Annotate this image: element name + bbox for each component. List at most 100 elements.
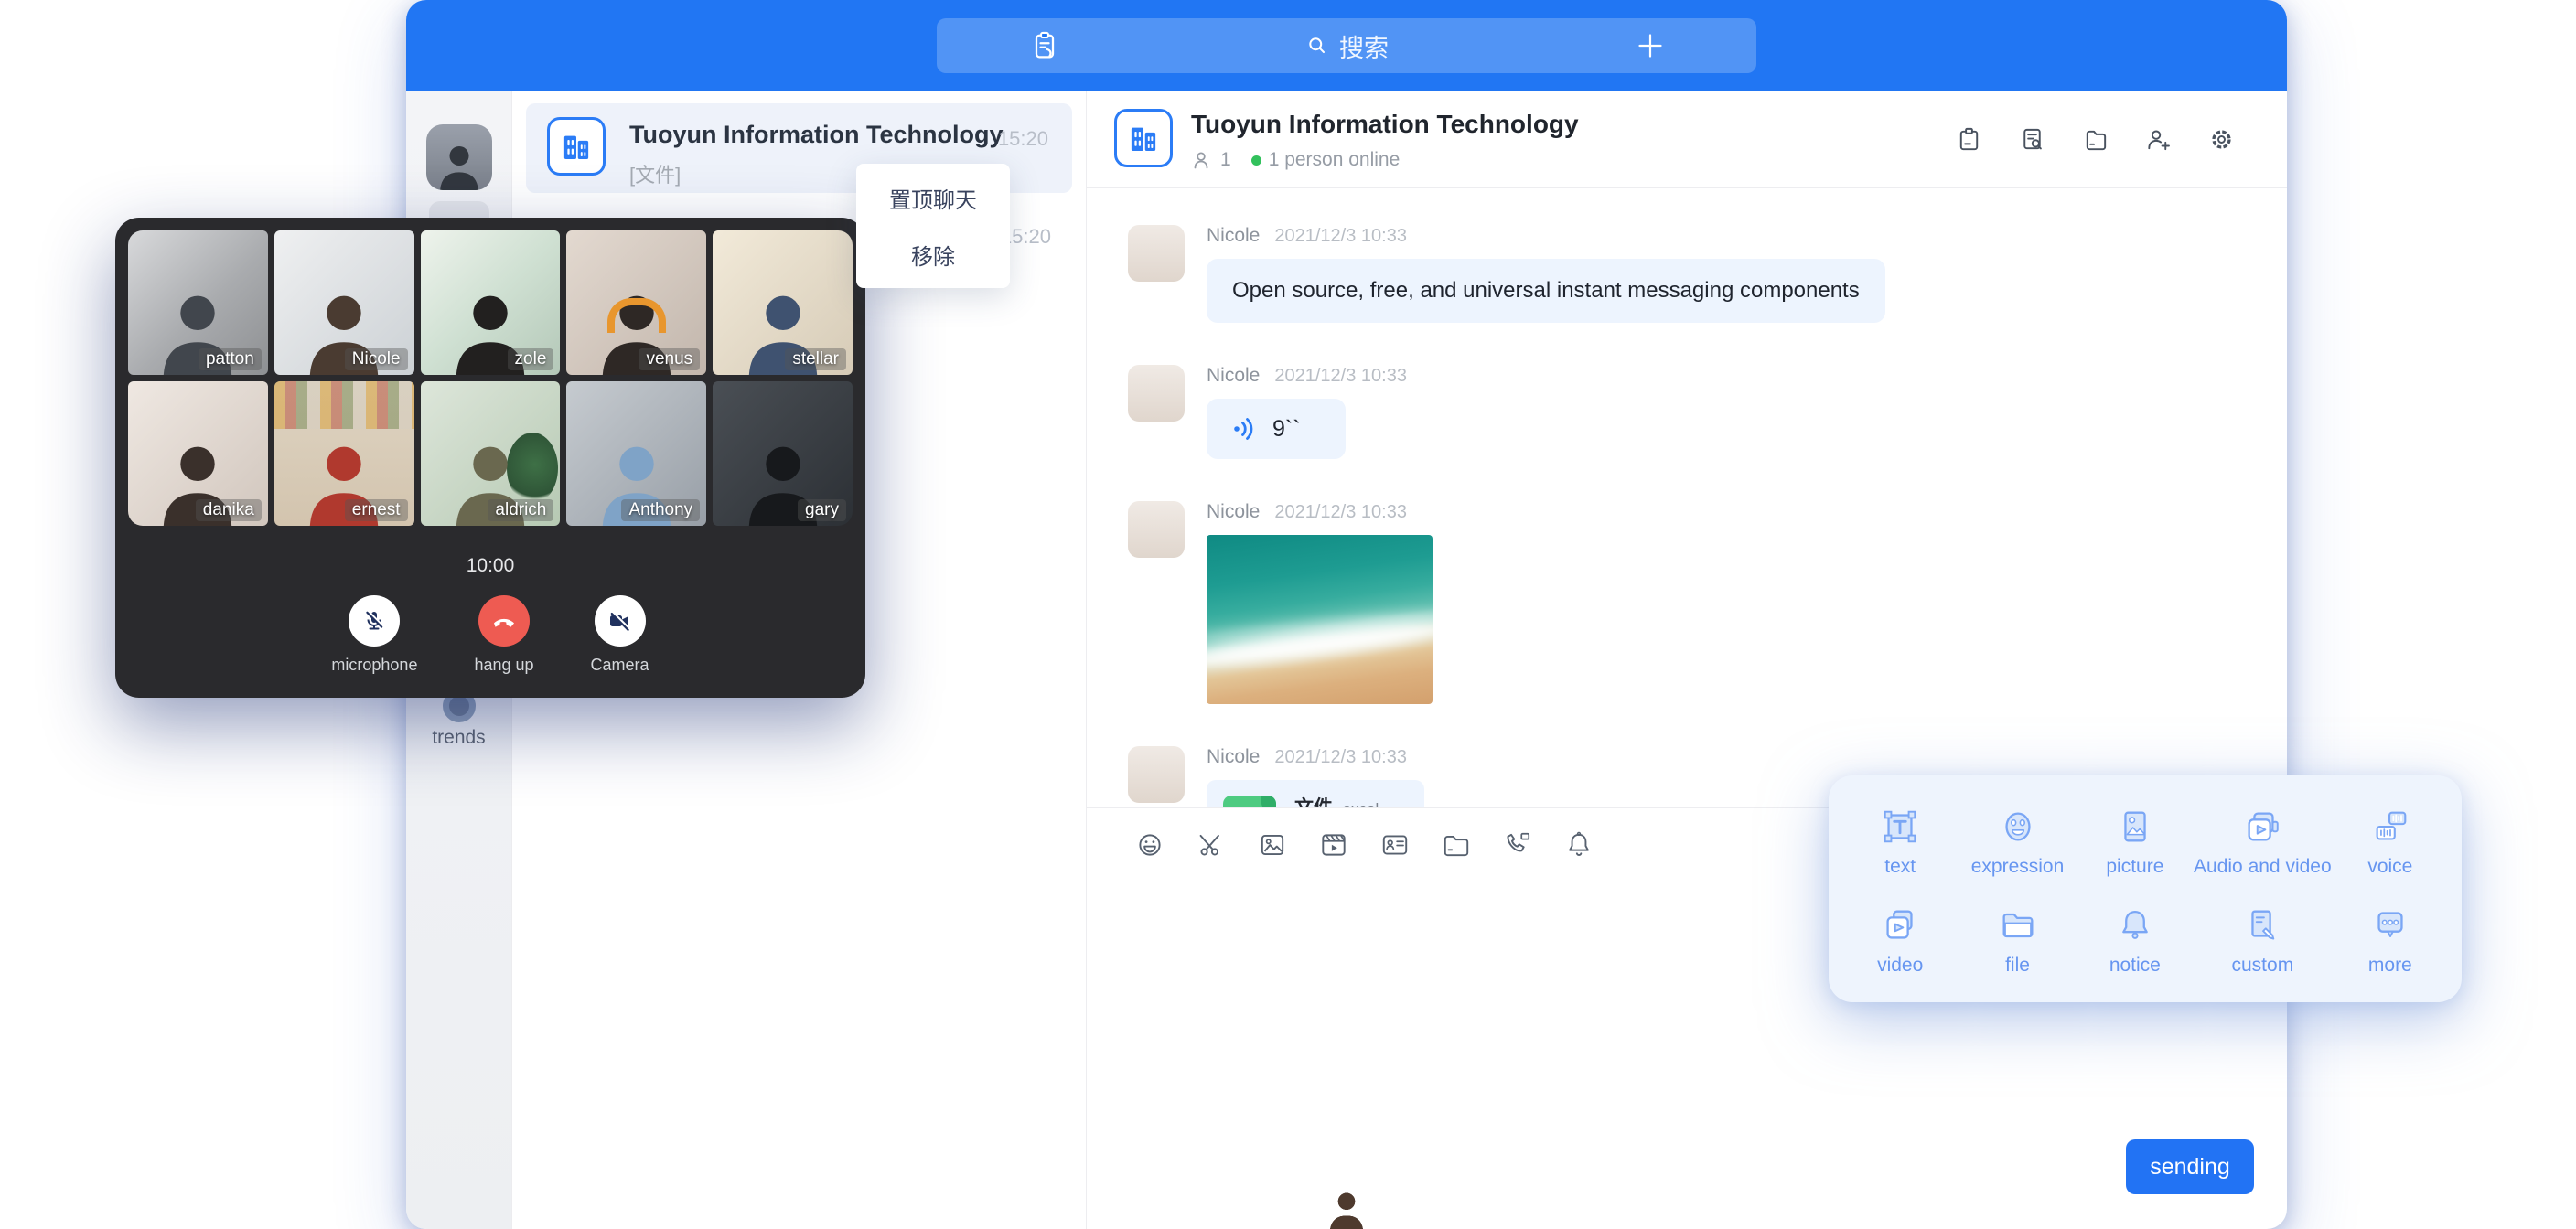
- call-elapsed-time: 10:00: [128, 555, 853, 577]
- search-placeholder: 搜索: [1339, 28, 1389, 64]
- camera-muted-icon: [606, 606, 635, 636]
- screenshot-scissors-icon[interactable]: [1196, 829, 1227, 860]
- audio-video-icon: [2241, 806, 2283, 848]
- attachment-type-panel: text expression picture Audio and video …: [1829, 775, 2462, 1002]
- panel-item-video[interactable]: video: [1841, 891, 1959, 989]
- participant-tile: venus: [566, 230, 706, 375]
- message-text: Nicole 2021/12/3 10:33 Open source, free…: [1128, 225, 2287, 323]
- chat-panel: Tuoyun Information Technology 1 1 person…: [1086, 91, 2287, 1229]
- message-timestamp: 2021/12/3 10:33: [1274, 366, 1407, 387]
- video-clip-icon[interactable]: [1318, 829, 1349, 860]
- panel-item-custom[interactable]: custom: [2194, 891, 2332, 989]
- video-icon: [1879, 904, 1921, 946]
- voice-message-bubble[interactable]: 9``: [1207, 399, 1346, 459]
- sender-name: Nicole: [1207, 365, 1260, 387]
- group-avatar: [547, 117, 606, 176]
- plus-button[interactable]: [1636, 31, 1665, 60]
- participant-tile: patton: [128, 230, 268, 375]
- sidebar-item-trends[interactable]: trends: [406, 727, 511, 749]
- more-icon: [2369, 904, 2411, 946]
- menu-item-remove[interactable]: 移除: [856, 226, 1010, 283]
- custom-message-icon: [2241, 904, 2283, 946]
- message-timestamp: 2021/12/3 10:33: [1274, 747, 1407, 768]
- participant-tile: ernest: [274, 381, 414, 526]
- sender-name: Nicole: [1207, 746, 1260, 768]
- message-image: Nicole 2021/12/3 10:33: [1128, 501, 2287, 704]
- notice-bell-icon: [2114, 904, 2156, 946]
- sender-avatar[interactable]: [1128, 225, 1185, 282]
- conversation-title: Tuoyun Information Technology: [629, 121, 1003, 149]
- panel-item-text[interactable]: text: [1841, 792, 1959, 891]
- file-icon[interactable]: [2081, 125, 2109, 154]
- search-icon: [1304, 33, 1330, 59]
- participant-tile: stellar: [713, 230, 853, 375]
- panel-item-voice[interactable]: voice: [2332, 792, 2449, 891]
- voice-icon: [2369, 806, 2411, 848]
- group-avatar: [1114, 109, 1173, 167]
- voice-waves-icon: [1230, 414, 1260, 444]
- video-call-overlay: patton Nicole zole venus stellar danika …: [115, 218, 865, 698]
- image-message[interactable]: [1207, 535, 1433, 704]
- panel-item-file[interactable]: file: [1959, 891, 2076, 989]
- microphone-muted-icon: [360, 606, 389, 636]
- search-input[interactable]: 搜索: [1304, 18, 1389, 73]
- participant-name: venus: [639, 348, 700, 370]
- voice-duration: 9``: [1272, 416, 1301, 443]
- text-icon: [1879, 806, 1921, 848]
- folder-icon[interactable]: [1441, 829, 1472, 860]
- participant-name: patton: [199, 348, 262, 370]
- call-log-icon[interactable]: [1028, 29, 1061, 62]
- participant-tile: Anthony: [566, 381, 706, 526]
- notice-board-icon[interactable]: [1955, 125, 1983, 154]
- participant-grid: patton Nicole zole venus stellar danika …: [128, 230, 853, 526]
- sender-avatar[interactable]: [1128, 501, 1185, 558]
- topbar-search-pill[interactable]: 搜索: [937, 18, 1756, 73]
- notification-bell-icon[interactable]: [1563, 829, 1594, 860]
- audio-video-call-icon[interactable]: [1502, 829, 1533, 860]
- text-message-bubble[interactable]: Open source, free, and universal instant…: [1207, 259, 1885, 323]
- conversation-context-menu: 置顶聊天 移除: [856, 164, 1010, 288]
- hang-up-icon: [489, 606, 519, 636]
- panel-item-picture[interactable]: picture: [2077, 792, 2194, 891]
- panel-item-more[interactable]: more: [2332, 891, 2449, 989]
- conversation-preview: [文件]: [629, 159, 681, 188]
- file-extension: .excel: [1338, 800, 1379, 807]
- chat-header: Tuoyun Information Technology 1 1 person…: [1087, 91, 2287, 188]
- emoji-icon[interactable]: [1134, 829, 1165, 860]
- participant-name: gary: [798, 499, 846, 521]
- message-list: Nicole 2021/12/3 10:33 Open source, free…: [1087, 188, 2287, 807]
- picture-icon: [2114, 806, 2156, 848]
- participant-tile: zole: [421, 230, 561, 375]
- participant-name: danika: [196, 499, 262, 521]
- panel-item-notice[interactable]: notice: [2077, 891, 2194, 989]
- add-member-icon[interactable]: [2144, 125, 2173, 154]
- participant-tile: Nicole: [274, 230, 414, 375]
- topbar: 搜索: [406, 0, 2287, 91]
- chat-title: Tuoyun Information Technology: [1191, 110, 1579, 139]
- microphone-toggle[interactable]: microphone: [331, 595, 417, 675]
- message-timestamp: 2021/12/3 10:33: [1274, 502, 1407, 523]
- file-folder-icon: [1997, 904, 2039, 946]
- building-icon: [557, 127, 596, 166]
- sender-avatar[interactable]: [1128, 746, 1185, 803]
- file-name: 文件: [1294, 797, 1333, 807]
- panel-item-audio-video[interactable]: Audio and video: [2194, 792, 2332, 891]
- my-avatar[interactable]: [426, 124, 492, 190]
- online-status: 1 person online: [1269, 149, 1401, 171]
- chat-record-search-icon[interactable]: [2018, 125, 2046, 154]
- participant-name: ernest: [345, 499, 408, 521]
- sender-avatar[interactable]: [1128, 365, 1185, 422]
- camera-toggle[interactable]: Camera: [591, 595, 649, 675]
- picture-icon[interactable]: [1257, 829, 1288, 860]
- menu-item-pin-chat[interactable]: 置顶聊天: [856, 169, 1010, 226]
- expression-icon: [1997, 806, 2039, 848]
- member-count: 1: [1220, 149, 1231, 171]
- contact-card-icon[interactable]: [1379, 829, 1411, 860]
- hang-up-button[interactable]: hang up: [474, 595, 533, 675]
- panel-item-expression[interactable]: expression: [1959, 792, 2076, 891]
- settings-gear-icon[interactable]: [2207, 125, 2236, 154]
- send-button[interactable]: sending: [2126, 1139, 2254, 1194]
- member-icon: [1191, 149, 1213, 171]
- participant-tile: danika: [128, 381, 268, 526]
- file-message-bubble[interactable]: X 文件 .excel 12.8M: [1207, 780, 1424, 807]
